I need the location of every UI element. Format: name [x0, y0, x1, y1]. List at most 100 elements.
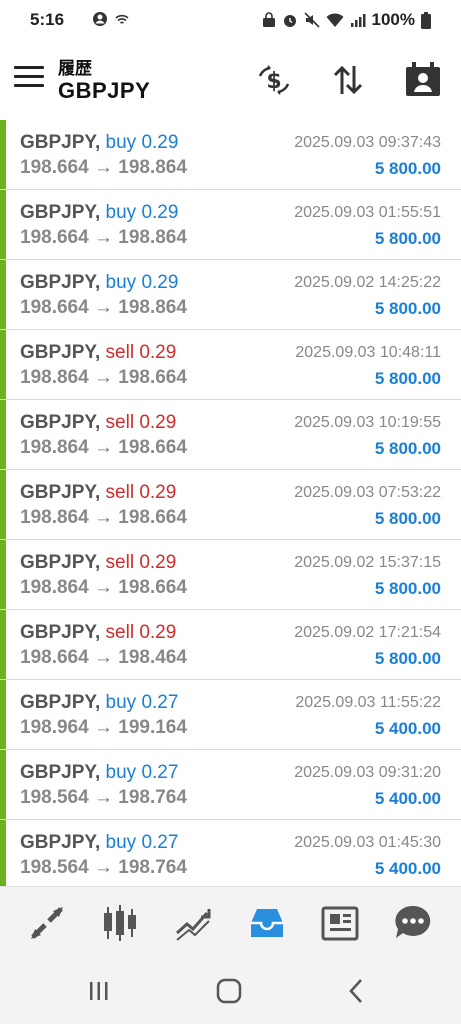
trade-side: buy 0.29 [105, 132, 179, 153]
trade-symbol-line: GBPJPY, sell 0.29 [20, 342, 176, 364]
trade-open-price: 198.864 [20, 577, 89, 598]
trade-open-price: 198.964 [20, 717, 89, 738]
trade-symbol-line: GBPJPY, buy 0.27 [20, 832, 178, 854]
trade-side: sell 0.29 [105, 342, 177, 363]
trade-row[interactable]: GBPJPY, sell 0.29 198.864 → 198.664 2025.0… [0, 400, 461, 470]
trade-arrow: → [93, 437, 113, 458]
trade-date: 2025.09.02 17:21:54 [294, 624, 441, 641]
history-icon[interactable] [247, 903, 287, 943]
trade-row-accent-bar [0, 400, 6, 469]
trade-symbol: GBPJPY, [20, 762, 101, 783]
trade-row[interactable]: GBPJPY, buy 0.29 198.664 → 198.864 2025.09… [0, 120, 461, 190]
trade-prices: 198.664 → 198.864 [20, 227, 187, 249]
home-icon[interactable] [214, 976, 244, 1006]
trade-arrow: → [93, 507, 113, 528]
trade-row[interactable]: GBPJPY, buy 0.27 198.564 → 198.764 2025.09… [0, 750, 461, 820]
calendar-contact-icon[interactable] [403, 60, 443, 100]
trade-side: buy 0.27 [105, 692, 179, 713]
trade-open-price: 198.664 [20, 647, 89, 668]
trade-prices: 198.864 → 198.664 [20, 507, 187, 529]
trade-profit: 5 800.00 [374, 439, 441, 458]
account-circle-icon [93, 12, 107, 26]
trade-row[interactable]: GBPJPY, sell 0.29 198.864 → 198.664 2025.0… [0, 540, 461, 610]
sort-icon[interactable] [328, 60, 368, 100]
trade-symbol-line: GBPJPY, buy 0.29 [20, 272, 178, 294]
quotes-icon[interactable] [27, 903, 67, 943]
mute-icon [303, 12, 320, 28]
trade-symbol: GBPJPY, [20, 272, 101, 293]
trade-side: buy 0.27 [105, 832, 179, 853]
trade-arrow: → [93, 227, 113, 248]
trade-side: sell 0.29 [105, 412, 177, 433]
trade-row[interactable]: GBPJPY, sell 0.29 198.864 → 198.664 2025.0… [0, 470, 461, 540]
back-icon[interactable] [342, 976, 372, 1006]
trade-row-accent-bar [0, 470, 6, 539]
trade-arrow: → [93, 577, 113, 598]
trade-profit: 5 800.00 [374, 159, 441, 178]
trade-symbol-line: GBPJPY, sell 0.29 [20, 412, 176, 434]
alarm-icon [283, 15, 296, 27]
trade-prices: 198.664 → 198.864 [20, 157, 187, 179]
trade-prices: 198.564 → 198.764 [20, 787, 187, 809]
trade-close-price: 198.664 [118, 507, 187, 528]
trade-profit: 5 800.00 [374, 509, 441, 528]
trade-symbol: GBPJPY, [20, 832, 101, 853]
menu-icon-line [14, 75, 44, 78]
trade-arrow: → [93, 367, 113, 388]
trade-row[interactable]: GBPJPY, sell 0.29 198.864 → 198.664 2025.0… [0, 330, 461, 400]
trade-date: 2025.09.02 14:25:22 [294, 274, 441, 291]
trade-profit: 5 400.00 [374, 789, 441, 808]
trade-prices: 198.864 → 198.664 [20, 367, 187, 389]
trade-row-accent-bar [0, 610, 6, 679]
trade-open-price: 198.864 [20, 507, 89, 528]
trade-row-accent-bar [0, 750, 6, 819]
recent-apps-icon[interactable] [84, 976, 114, 1006]
trade-symbol: GBPJPY, [20, 132, 101, 153]
trade-close-price: 198.864 [118, 297, 187, 318]
trade-side: buy 0.29 [105, 202, 179, 223]
trade-symbol-line: GBPJPY, buy 0.27 [20, 762, 178, 784]
news-icon[interactable] [320, 903, 360, 943]
battery-icon [421, 11, 431, 29]
trade-symbol: GBPJPY, [20, 342, 101, 363]
trade-prices: 198.864 → 198.664 [20, 577, 187, 599]
trade-row[interactable]: GBPJPY, buy 0.29 198.664 → 198.864 2025.09… [0, 260, 461, 330]
trade-row-accent-bar [0, 190, 6, 259]
trade-row[interactable]: GBPJPY, buy 0.29 198.664 → 198.864 2025.09… [0, 190, 461, 260]
trade-side: sell 0.29 [105, 482, 177, 503]
trade-prices: 198.564 → 198.764 [20, 857, 187, 879]
trade-row[interactable]: GBPJPY, buy 0.27 198.564 → 198.764 2025.09… [0, 820, 461, 890]
trade-symbol: GBPJPY, [20, 692, 101, 713]
trade-history-list: GBPJPY, buy 0.29 198.664 → 198.864 2025.09… [0, 120, 461, 890]
status-time: 5:16 [30, 10, 65, 29]
trade-icon[interactable] [173, 903, 213, 943]
trade-row[interactable]: GBPJPY, buy 0.27 198.964 → 199.164 2025.09… [0, 680, 461, 750]
trade-profit: 5 400.00 [374, 719, 441, 738]
trade-close-price: 198.664 [118, 367, 187, 388]
trade-date: 2025.09.03 07:53:22 [294, 484, 441, 501]
menu-button[interactable] [14, 66, 44, 90]
trade-symbol-line: GBPJPY, buy 0.29 [20, 132, 178, 154]
trade-row[interactable]: GBPJPY, sell 0.29 198.664 → 198.464 2025.0… [0, 610, 461, 680]
trade-side: sell 0.29 [105, 552, 177, 573]
trade-date: 2025.09.02 15:37:15 [294, 554, 441, 571]
svg-text:$: $ [266, 69, 281, 94]
battery-percent: 100% [371, 10, 415, 29]
trade-prices: 198.664 → 198.464 [20, 647, 187, 669]
trade-symbol: GBPJPY, [20, 552, 101, 573]
trade-date: 2025.09.03 11:55:22 [295, 694, 441, 711]
trade-close-price: 198.464 [118, 647, 187, 668]
page-title: GBPJPY [58, 78, 151, 103]
trade-close-price: 198.664 [118, 437, 187, 458]
menu-icon-line [14, 66, 44, 69]
chart-icon[interactable] [100, 903, 140, 943]
messages-icon[interactable] [393, 903, 433, 943]
trade-open-price: 198.664 [20, 297, 89, 318]
trade-symbol-line: GBPJPY, sell 0.29 [20, 482, 176, 504]
currency-exchange-icon[interactable]: $ [254, 60, 294, 100]
trade-arrow: → [93, 157, 113, 178]
trade-open-price: 198.664 [20, 157, 89, 178]
trade-side: buy 0.27 [105, 762, 179, 783]
trade-symbol-line: GBPJPY, buy 0.29 [20, 202, 178, 224]
status-system-icons: 100% [262, 10, 431, 30]
